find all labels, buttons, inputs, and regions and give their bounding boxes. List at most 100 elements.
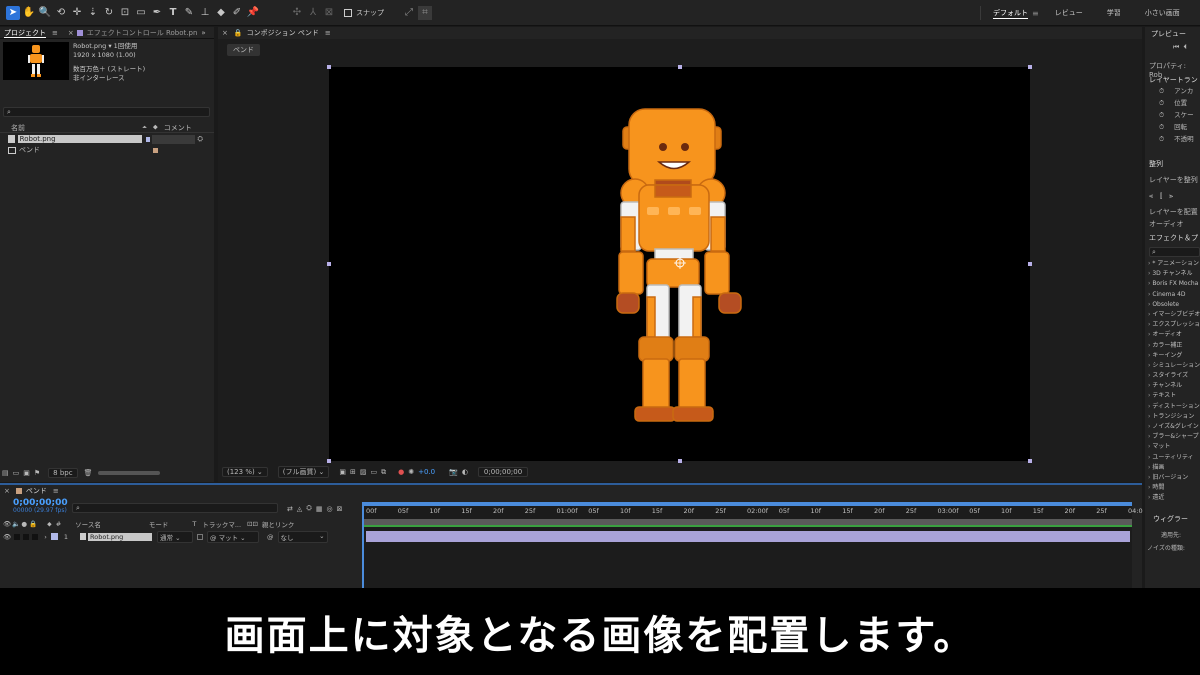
effect-category-item[interactable]: Boris FX Mocha <box>1148 279 1200 289</box>
snap-toggle[interactable]: スナップ <box>344 8 384 18</box>
show-snapshot-icon[interactable]: ◐ <box>462 468 468 476</box>
mode-header[interactable]: モード <box>149 519 169 529</box>
workspace-review[interactable]: レビュー <box>1043 8 1095 18</box>
time-ruler[interactable]: 00f 05f 10f 15f 20f 25f 01:00f 05f 10f 15f 20f 25f 0… <box>362 507 1143 517</box>
effect-category-item[interactable]: ノイズ&グレイン <box>1148 422 1200 432</box>
effect-category-item[interactable]: Obsolete <box>1148 300 1200 310</box>
exposure-icon[interactable]: ✺ <box>408 468 414 476</box>
interpret-footage-icon[interactable]: ▤ <box>2 469 9 477</box>
blend-mode-select[interactable]: 通常 ⌄ <box>157 530 194 543</box>
effects-search-input[interactable]: ⌕ <box>1149 247 1200 257</box>
effect-category-item[interactable]: シミュレーション <box>1148 361 1200 371</box>
bpc-button[interactable]: 8 bpc <box>48 468 78 478</box>
audio-toggle[interactable] <box>14 533 21 540</box>
parent-select[interactable]: なし ⌄ <box>277 530 328 543</box>
draft-3d-icon[interactable]: ◬ <box>297 505 302 513</box>
effect-category-item[interactable]: イマーシブビデオ <box>1148 310 1200 320</box>
project-menu-icon[interactable]: ≡ <box>52 29 58 37</box>
effect-category-item[interactable]: Cinema 4D <box>1148 290 1200 300</box>
preview-tab[interactable]: プレビュー <box>1145 27 1200 41</box>
effect-category-item[interactable]: ディストーション <box>1148 402 1200 412</box>
label-color-swatch[interactable] <box>153 147 158 153</box>
label-color-swatch[interactable] <box>145 136 151 142</box>
roto-brush-tool-icon[interactable]: ✐ <box>230 6 244 20</box>
stopwatch-icon[interactable]: ⏱ <box>1159 123 1166 131</box>
shy-icon[interactable]: ⛭ <box>306 504 312 513</box>
motion-blur-icon[interactable]: ◎ <box>327 505 333 513</box>
panel-overflow-icon[interactable]: » <box>201 29 205 37</box>
exposure-value[interactable]: +0.0 <box>418 468 435 476</box>
transform-property[interactable]: ⏱ 不透明 <box>1159 133 1200 145</box>
flowchart-icon[interactable]: ⛭ <box>197 135 203 144</box>
hand-tool-icon[interactable]: ✋ <box>22 6 36 20</box>
audio-tab[interactable]: オーディオ <box>1145 219 1200 231</box>
dolly-tool-icon[interactable]: ⇣ <box>86 6 100 20</box>
axis-local-icon[interactable]: ✣ <box>290 6 304 20</box>
track-matte-header[interactable]: トラックマ... <box>202 519 241 529</box>
comp-menu-icon[interactable]: ≡ <box>325 29 331 37</box>
effect-category-item[interactable]: 3D チャンネル <box>1148 269 1200 279</box>
zoom-select[interactable]: (123 %) ⌄ <box>222 467 268 477</box>
comp-mini-flowchart-icon[interactable]: ⇄ <box>287 505 293 513</box>
current-timecode[interactable]: 0;00;00;00 <box>13 499 68 508</box>
label-tag-icon[interactable]: ⬥ <box>153 123 158 132</box>
brush-tool-icon[interactable]: ✎ <box>182 6 196 20</box>
type-tool-icon[interactable]: T <box>166 6 180 20</box>
selection-tool-icon[interactable]: ➤ <box>6 5 20 20</box>
snap-checkbox[interactable] <box>344 8 352 17</box>
transform-handle[interactable] <box>1028 459 1032 463</box>
transform-handle[interactable] <box>327 65 331 69</box>
workspace-menu-icon[interactable]: ≡ <box>1032 9 1039 18</box>
stopwatch-icon[interactable]: ⏱ <box>1159 87 1166 95</box>
effect-category-item[interactable]: スタイライズ <box>1148 371 1200 381</box>
transform-handle[interactable] <box>1028 262 1032 266</box>
comp-timecode[interactable]: 0;00;00;00 <box>477 467 529 477</box>
transform-handle[interactable] <box>678 65 682 69</box>
resolution-select[interactable]: (フル画質) ⌄ <box>277 466 330 478</box>
label-column-icon[interactable]: ⬥ <box>47 520 52 529</box>
track-matte-select[interactable]: @ マット ⌄ <box>207 530 260 543</box>
transform-property[interactable]: ⏱ スケー <box>1159 109 1200 121</box>
video-switch-icon[interactable]: 👁 <box>3 520 11 528</box>
stopwatch-icon[interactable]: ⏱ <box>1159 99 1166 107</box>
transform-handle[interactable] <box>327 262 331 266</box>
preserve-transparency-box[interactable] <box>197 533 204 540</box>
transparency-grid-icon[interactable]: ⊞ <box>350 468 356 476</box>
timeline-time-display[interactable]: 0;00;00;00 00000 (29.97 fps) <box>13 499 68 515</box>
transform-handle[interactable] <box>1028 65 1032 69</box>
align-center-icon[interactable]: ⫿ <box>1160 192 1162 201</box>
prev-frame-icon[interactable]: ⏴ <box>1183 43 1187 52</box>
snap-features-icon[interactable]: ⌗ <box>418 5 432 20</box>
project-search-input[interactable]: ⌕ <box>3 107 210 117</box>
pen-tool-icon[interactable]: ✒ <box>150 6 164 20</box>
snap-edges-icon[interactable]: ⤢ <box>402 6 416 20</box>
layer-duration-bar[interactable] <box>366 531 1130 542</box>
trash-icon[interactable]: 🗑 <box>84 469 93 477</box>
snapshot-camera-icon[interactable]: 📷 <box>449 468 458 476</box>
comp-tab-close-icon[interactable]: × <box>222 29 228 37</box>
composition-canvas[interactable] <box>329 67 1030 461</box>
eraser-tool-icon[interactable]: ◆ <box>214 6 228 20</box>
tab-project[interactable]: プロジェクト <box>4 28 46 38</box>
axis-view-icon[interactable]: ⊠ <box>322 6 336 20</box>
timeline-menu-icon[interactable]: ≡ <box>53 487 59 495</box>
align-right-icon[interactable]: ⫸ <box>1169 192 1173 201</box>
pan-behind-tool-icon[interactable]: ⊡ <box>118 6 132 20</box>
effect-category-item[interactable]: オーディオ <box>1148 330 1200 340</box>
col-name-header[interactable]: 名前 <box>11 123 25 133</box>
timeline-close-icon[interactable]: × <box>4 487 10 495</box>
thumbnail-slider[interactable] <box>98 471 161 475</box>
video-toggle-eye-icon[interactable]: 👁 <box>3 533 11 541</box>
align-left-icon[interactable]: ⫷ <box>1149 192 1153 201</box>
effect-category-item[interactable]: ユーティリティ <box>1148 453 1200 463</box>
first-frame-icon[interactable]: ⏮ <box>1173 43 1179 52</box>
work-area-bar[interactable] <box>362 502 1132 506</box>
comp-navigator-button[interactable]: ペンド <box>227 44 260 56</box>
list-item[interactable]: Robot.png ⛭ <box>3 134 203 144</box>
effect-category-item[interactable]: 時間 <box>1148 483 1200 493</box>
effect-category-item[interactable]: ブラー&シャープ <box>1148 432 1200 442</box>
layer-label-swatch[interactable] <box>50 533 58 540</box>
workspace-learn[interactable]: 学習 <box>1095 8 1133 18</box>
new-folder-icon[interactable]: ▭ <box>13 469 20 477</box>
effect-category-item[interactable]: * アニメーション <box>1148 259 1200 269</box>
